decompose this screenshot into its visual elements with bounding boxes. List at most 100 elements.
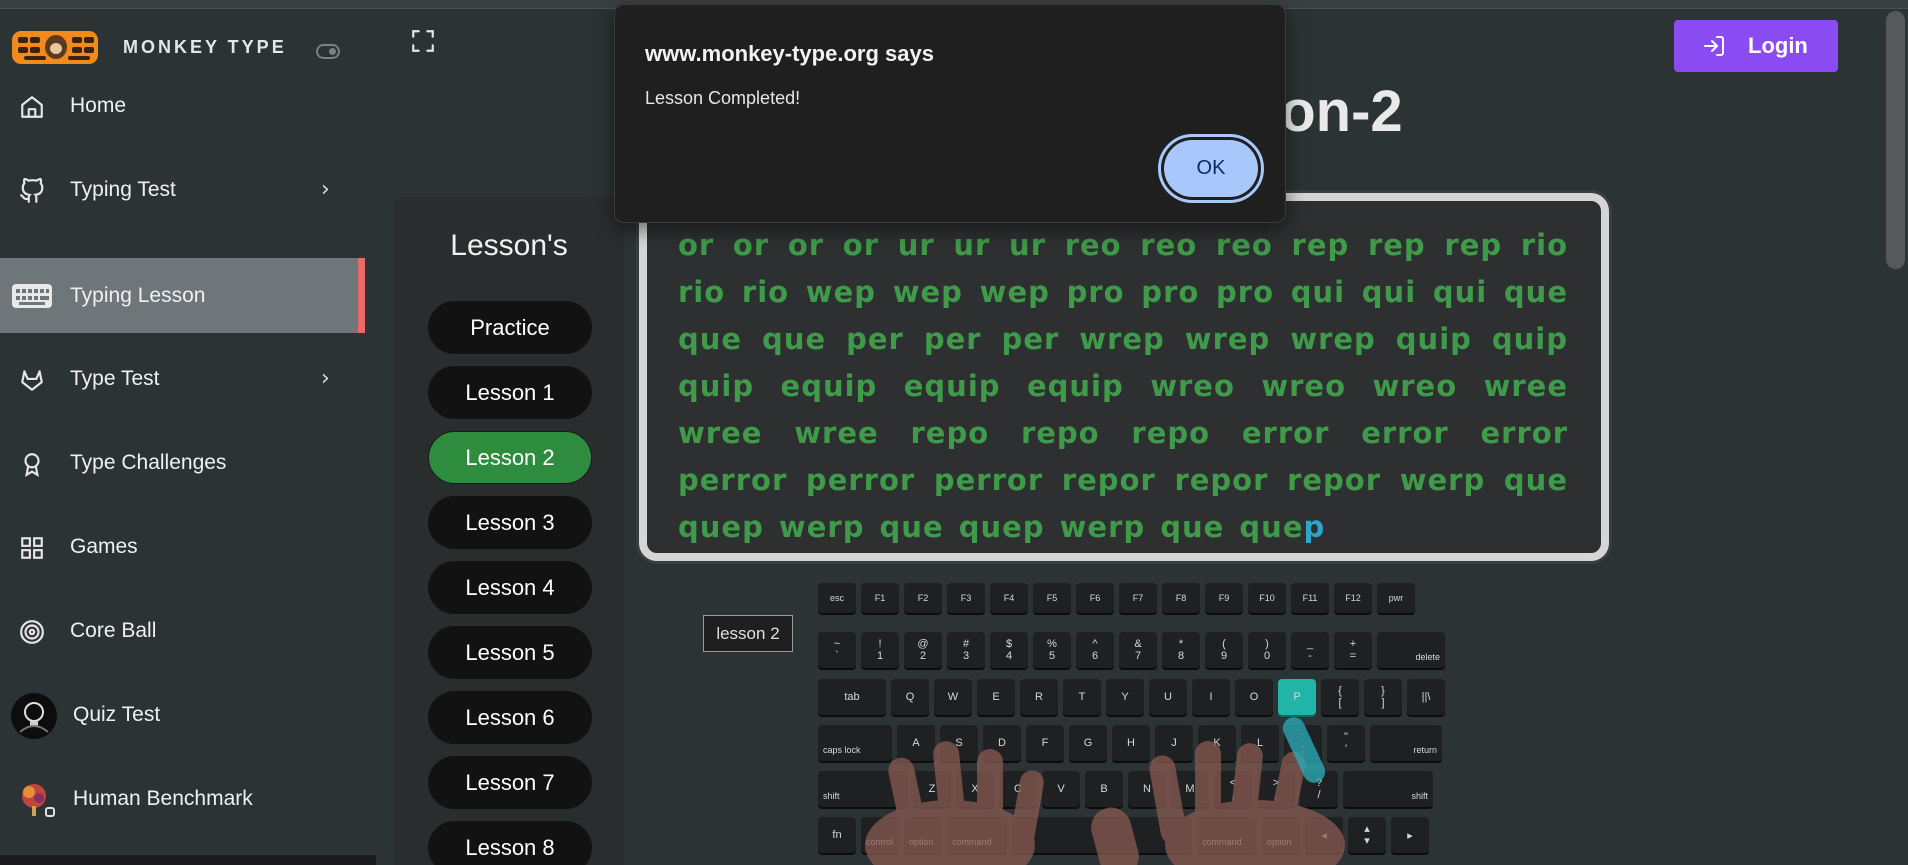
key--: _ -: [1291, 632, 1329, 668]
key-f9: F9: [1205, 583, 1243, 613]
lesson-item-7[interactable]: Lesson 7: [428, 756, 592, 809]
key-f2: F2: [904, 583, 942, 613]
brand[interactable]: MONKEY TYPE: [12, 31, 287, 64]
key-p: P: [1278, 679, 1316, 715]
github-icon: [20, 178, 44, 203]
scrollbar-thumb[interactable]: [1886, 11, 1905, 269]
sidebar-item-label: Home: [70, 93, 127, 117]
key-f8: F8: [1162, 583, 1200, 613]
key-esc: esc: [818, 583, 856, 613]
target-icon: [20, 620, 44, 644]
key--7: & 7: [1119, 632, 1157, 668]
key-f1: F1: [861, 583, 899, 613]
key-f5: F5: [1033, 583, 1071, 613]
key-m: M: [1171, 771, 1209, 807]
key-g: G: [1069, 725, 1107, 761]
alert-dialog: www.monkey-type.org says Lesson Complete…: [614, 4, 1286, 223]
home-icon: [21, 96, 43, 118]
key-i: I: [1192, 679, 1230, 715]
lesson-tag: lesson 2: [703, 615, 793, 652]
theme-toggle[interactable]: [316, 44, 340, 59]
sidebar-item-quiz-test[interactable]: Quiz Test: [0, 677, 365, 752]
key--6: ^ 6: [1076, 632, 1114, 668]
lessons-panel: Lesson's Practice Lesson 1 Lesson 2 Less…: [394, 197, 624, 865]
key--: :;: [1284, 725, 1322, 761]
key-f11: F11: [1291, 583, 1329, 613]
monkey-logo-icon: [12, 31, 98, 64]
chevron-right-icon: ›: [321, 177, 330, 202]
key-w: W: [934, 679, 972, 715]
key--8: * 8: [1162, 632, 1200, 668]
lesson-item-6[interactable]: Lesson 6: [428, 691, 592, 744]
sidebar-item-type-test[interactable]: Type Test ›: [0, 341, 365, 416]
keyboard-row: ~ `! 1 @2 #3 $4% 5 ^ 6 & 7 * 8(9) 0 _ - + = delete: [818, 632, 1445, 668]
key--1: ! 1: [861, 632, 899, 668]
key-delete: delete: [1377, 632, 1445, 668]
key-v: V: [1042, 771, 1080, 807]
lesson-item-practice[interactable]: Practice: [428, 301, 592, 354]
key-e: E: [977, 679, 1015, 715]
lesson-item-2[interactable]: Lesson 2: [428, 431, 592, 484]
lesson-item-4[interactable]: Lesson 4: [428, 561, 592, 614]
dialog-ok-label: OK: [1164, 140, 1258, 197]
key-c: C: [999, 771, 1037, 807]
key-f7: F7: [1119, 583, 1157, 613]
key-t: T: [1063, 679, 1101, 715]
key--: >.: [1257, 771, 1295, 807]
key-option: option: [904, 817, 942, 853]
current-character: p: [1303, 510, 1326, 544]
sidebar-item-typing-test[interactable]: Typing Test ›: [0, 152, 365, 227]
keyboard-row: fn control option command command option ◂ ▴ ▾ ▸: [818, 817, 1429, 853]
sidebar-item-label: Type Test: [70, 366, 160, 390]
key--: + =: [1334, 632, 1372, 668]
login-label: Login: [1748, 33, 1808, 58]
key-return: return: [1370, 725, 1442, 761]
sidebar-item-home[interactable]: Home: [0, 68, 365, 143]
keyboard-row: caps lock A S D F G H J K L:; " ' return: [818, 725, 1442, 761]
key-l: L: [1241, 725, 1279, 761]
key-x: X: [956, 771, 994, 807]
sidebar-item-games[interactable]: Games: [0, 509, 365, 584]
keyboard-icon: [12, 284, 52, 308]
sidebar-item-human-benchmark[interactable]: Human Benchmark: [0, 761, 365, 836]
key--: ? /: [1300, 771, 1338, 807]
key-o: O: [1235, 679, 1273, 715]
sidebar-item-core-ball[interactable]: Core Ball: [0, 593, 365, 668]
gitlab-icon: [21, 370, 43, 391]
virtual-keyboard: esc F1 F2 F3 F4 F5 F6 F7 F8 F9 F10 F11 F12 pwr ~ `! 1 @2 #…: [818, 583, 1445, 865]
key-f12: F12: [1334, 583, 1372, 613]
lesson-item-8[interactable]: Lesson 8: [428, 821, 592, 865]
key--: {[: [1321, 679, 1359, 715]
key-tab: tab: [818, 679, 886, 715]
keyboard-row: tab Q W E R T Y U I O P{[}] ||\: [818, 679, 1445, 715]
brain-avatar-icon: [22, 784, 55, 817]
fullscreen-icon[interactable]: [410, 28, 436, 54]
grid-icon: [21, 537, 43, 559]
key-u: U: [1149, 679, 1187, 715]
lesson-item-1[interactable]: Lesson 1: [428, 366, 592, 419]
dialog-ok-button[interactable]: OK: [1158, 134, 1264, 203]
key-fn: fn: [818, 817, 856, 853]
lesson-item-3[interactable]: Lesson 3: [428, 496, 592, 549]
sidebar-item-type-challenges[interactable]: Type Challenges: [0, 425, 365, 500]
key-f: F: [1026, 725, 1064, 761]
login-button[interactable]: Login: [1674, 20, 1838, 72]
brand-name: MONKEY TYPE: [123, 37, 287, 57]
sidebar-item-typing-lesson[interactable]: Typing Lesson: [0, 258, 365, 333]
key-space: [1012, 817, 1192, 853]
typing-text: or or or or ur ur ur reo reo reo rep rep…: [678, 222, 1568, 551]
key-k: K: [1198, 725, 1236, 761]
key--: ◂: [1305, 817, 1343, 853]
key--9: (9: [1205, 632, 1243, 668]
key--2: @2: [904, 632, 942, 668]
page-scrollbar[interactable]: [1883, 9, 1908, 865]
key--4: $4: [990, 632, 1028, 668]
key-shift: shift: [1343, 771, 1433, 807]
key-command: command: [1197, 817, 1257, 853]
lesson-item-5[interactable]: Lesson 5: [428, 626, 592, 679]
key--5: % 5: [1033, 632, 1071, 668]
sidebar-item-label: Human Benchmark: [73, 786, 253, 810]
lightbulb-avatar-icon: [11, 693, 57, 739]
key--3: #3: [947, 632, 985, 668]
sidebar-item-label: Typing Test: [70, 177, 176, 201]
